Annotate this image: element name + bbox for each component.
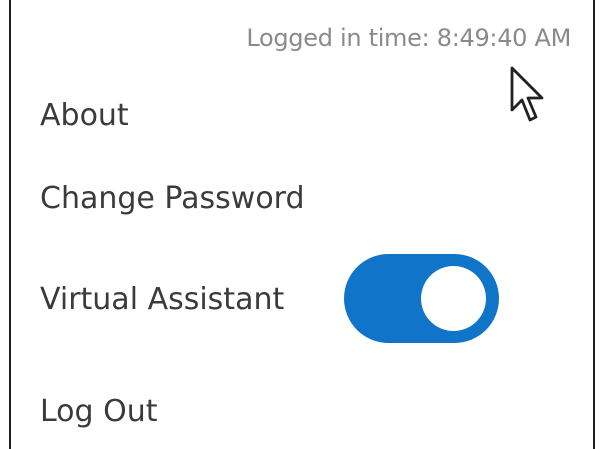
virtual-assistant-toggle[interactable] [344,254,499,343]
mouse-pointer-icon [510,66,544,122]
toggle-knob [421,266,486,331]
panel-left-border [9,0,11,449]
menu-item-virtual-assistant-label: Virtual Assistant [40,282,285,317]
menu-item-change-password[interactable]: Change Password [40,181,305,216]
panel-right-border [593,0,595,449]
logged-in-time: Logged in time: 8:49:40 AM [246,24,571,52]
user-menu-panel: Logged in time: 8:49:40 AM About Change … [0,0,601,449]
menu-item-about[interactable]: About [40,98,129,133]
menu-item-log-out[interactable]: Log Out [40,394,158,429]
